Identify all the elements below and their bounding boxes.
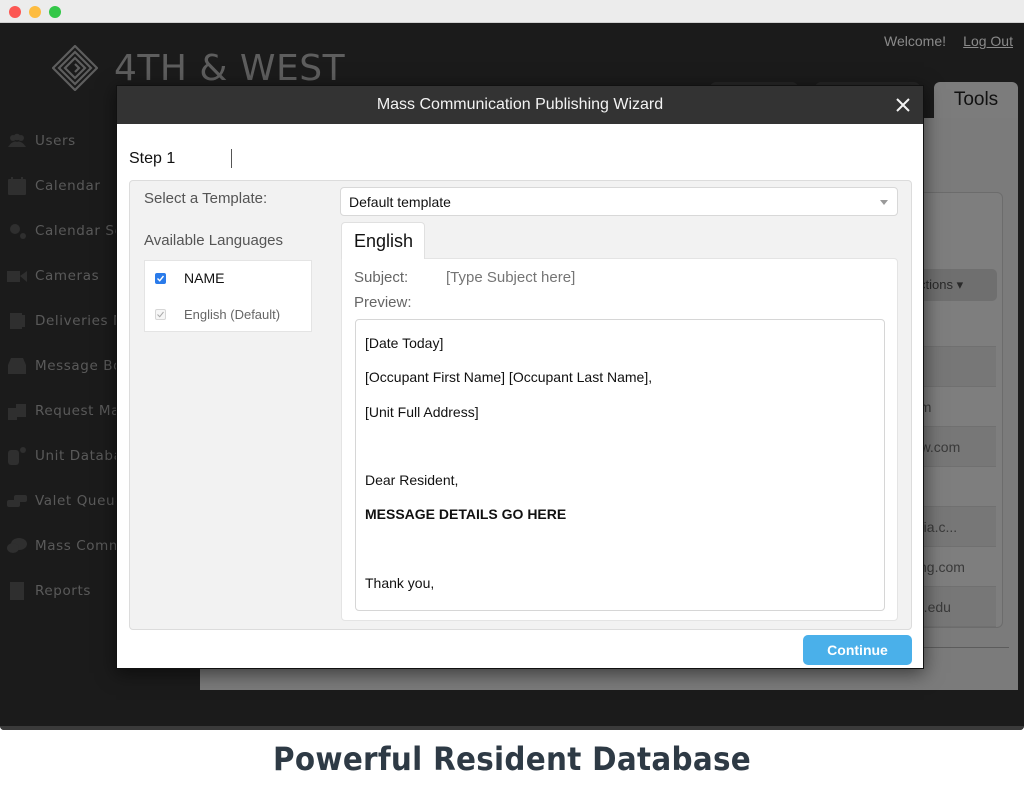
brand-name: 4TH & WEST bbox=[114, 47, 346, 89]
sidebar-item-label: Calendar bbox=[35, 177, 101, 194]
window-bottom-edge bbox=[0, 726, 1024, 730]
window-titlebar bbox=[0, 0, 1024, 23]
checkbox-disabled-checked bbox=[155, 308, 166, 320]
actions-label: ctions bbox=[919, 277, 953, 292]
preview-label: Preview: bbox=[354, 294, 412, 311]
logout-link[interactable]: Log Out bbox=[963, 33, 1013, 49]
preview-line bbox=[365, 539, 875, 573]
languages-list: NAME English (Default) bbox=[144, 260, 312, 332]
calendar-icon bbox=[7, 176, 27, 195]
chevron-down-icon bbox=[880, 200, 888, 205]
preview-line: Thank you, bbox=[365, 575, 435, 592]
inbox-icon bbox=[7, 357, 27, 375]
sidebar-item-label: Valet Queue bbox=[35, 492, 125, 509]
wizard-body: Select a Template: Available Languages N… bbox=[129, 180, 912, 630]
language-option-name[interactable]: NAME bbox=[145, 261, 313, 295]
clipboard-icon bbox=[7, 402, 27, 420]
sidebar-item-label: Cameras bbox=[35, 267, 100, 284]
language-option-english: English (Default) bbox=[145, 297, 313, 331]
maximize-window-button[interactable] bbox=[49, 6, 61, 18]
preview-line: MESSAGE DETAILS GO HERE bbox=[365, 506, 567, 523]
tab-english[interactable]: English bbox=[341, 222, 425, 259]
modal-header: Mass Communication Publishing Wizard bbox=[117, 86, 923, 124]
packages-icon bbox=[7, 312, 27, 330]
chat-bubbles-icon bbox=[7, 537, 27, 555]
modal-title: Mass Communication Publishing Wizard bbox=[376, 96, 664, 113]
message-preview[interactable]: [Date Today] [Occupant First Name] [Occu… bbox=[355, 319, 885, 611]
welcome-text: Welcome! bbox=[884, 33, 946, 49]
subject-input[interactable] bbox=[446, 269, 876, 286]
database-add-icon bbox=[7, 446, 27, 465]
diamond-maze-logo-icon bbox=[52, 45, 98, 91]
language-label: NAME bbox=[184, 270, 225, 286]
language-label: English (Default) bbox=[184, 306, 281, 322]
select-template-label: Select a Template: bbox=[144, 190, 268, 207]
subject-label: Subject: bbox=[354, 269, 409, 286]
preview-line: [Date Today] bbox=[365, 335, 444, 351]
gears-icon bbox=[7, 222, 27, 240]
checkmark-icon bbox=[157, 311, 164, 317]
publishing-wizard-modal: Mass Communication Publishing Wizard Ste… bbox=[116, 85, 924, 669]
close-modal-button[interactable] bbox=[893, 86, 913, 124]
preview-line bbox=[365, 436, 875, 470]
preview-line: Dear Resident, bbox=[365, 472, 459, 489]
video-camera-icon bbox=[7, 267, 27, 285]
report-icon bbox=[7, 581, 27, 600]
template-selected-value: Default template bbox=[349, 194, 451, 210]
english-tab-pane: Subject: Preview: [Date Today] [Occupant… bbox=[341, 258, 898, 621]
available-languages-label: Available Languages bbox=[144, 232, 284, 249]
sidebar-item-label: Mass Comm bbox=[35, 537, 123, 554]
step-indicator: Step 1 bbox=[129, 150, 176, 167]
checkbox-checked[interactable] bbox=[155, 272, 166, 284]
step-divider bbox=[231, 149, 232, 168]
cars-icon bbox=[7, 492, 27, 510]
sidebar-item-label: Users bbox=[35, 132, 76, 149]
caret-down-icon: ▾ bbox=[956, 277, 964, 292]
sidebar-item-label: Request Mar bbox=[35, 402, 127, 419]
close-icon bbox=[896, 98, 910, 112]
continue-button[interactable]: Continue bbox=[803, 635, 912, 665]
preview-line: [Occupant First Name] [Occupant Last Nam… bbox=[365, 369, 653, 386]
users-icon bbox=[7, 132, 27, 150]
checkmark-icon bbox=[157, 275, 165, 282]
marketing-caption: Powerful Resident Database bbox=[272, 740, 752, 778]
template-select[interactable]: Default template bbox=[340, 187, 898, 216]
sidebar-item-label: Reports bbox=[35, 582, 91, 599]
header-tab-tools[interactable]: Tools bbox=[934, 82, 1018, 118]
close-window-button[interactable] bbox=[9, 6, 21, 18]
sidebar-item-label: Deliveries M bbox=[35, 312, 126, 329]
minimize-window-button[interactable] bbox=[29, 6, 41, 18]
preview-line: [Unit Full Address] bbox=[365, 403, 479, 420]
